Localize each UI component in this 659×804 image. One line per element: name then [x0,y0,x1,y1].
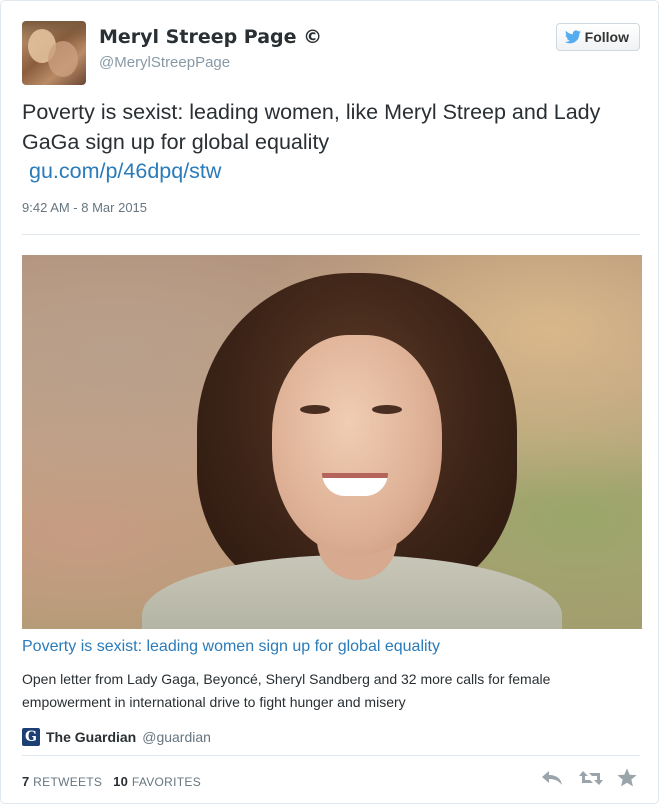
tweet-text: Poverty is sexist: leading women, like M… [22,100,601,154]
header-divider [22,234,640,235]
tweet-link[interactable]: gu.com/p/46dpq/stw [29,159,221,184]
guardian-logo-icon: G [22,728,40,746]
retweets-label[interactable]: RETWEETS [33,775,102,789]
favorites-label[interactable]: FAVORITES [132,775,201,789]
article-photo[interactable] [22,255,642,629]
embedded-tweet: Meryl Streep Page © @MerylStreepPage Fol… [0,0,659,804]
retweets-count[interactable]: 7 [22,774,30,789]
tweet-stats: 7 RETWEETS 10 FAVORITES [22,774,201,789]
retweet-icon[interactable] [578,767,603,789]
article-title[interactable]: Poverty is sexist: leading women sign up… [22,638,440,656]
author-display-name[interactable]: Meryl Streep Page © [99,26,322,48]
author-avatar[interactable] [22,21,86,85]
author-screen-name[interactable]: @MerylStreepPage [99,54,230,71]
follow-button-label: Follow [584,29,629,45]
article-description: Open letter from Lady Gaga, Beyoncé, She… [22,671,551,710]
twitter-bird-icon [564,30,581,44]
tweet-timestamp[interactable]: 9:42 AM - 8 Mar 2015 [22,200,147,215]
source-name[interactable]: The Guardian [46,729,136,745]
tweet-header: Meryl Streep Page © @MerylStreepPage Fol… [22,21,640,85]
star-icon[interactable] [616,767,640,789]
follow-button[interactable]: Follow [555,23,640,51]
footer-divider [22,755,640,756]
source-handle[interactable]: @guardian [142,729,211,745]
tweet-actions [540,767,640,789]
article-source[interactable]: G The Guardian @guardian [22,728,211,746]
reply-icon[interactable] [540,767,564,789]
favorites-count[interactable]: 10 [113,774,128,789]
